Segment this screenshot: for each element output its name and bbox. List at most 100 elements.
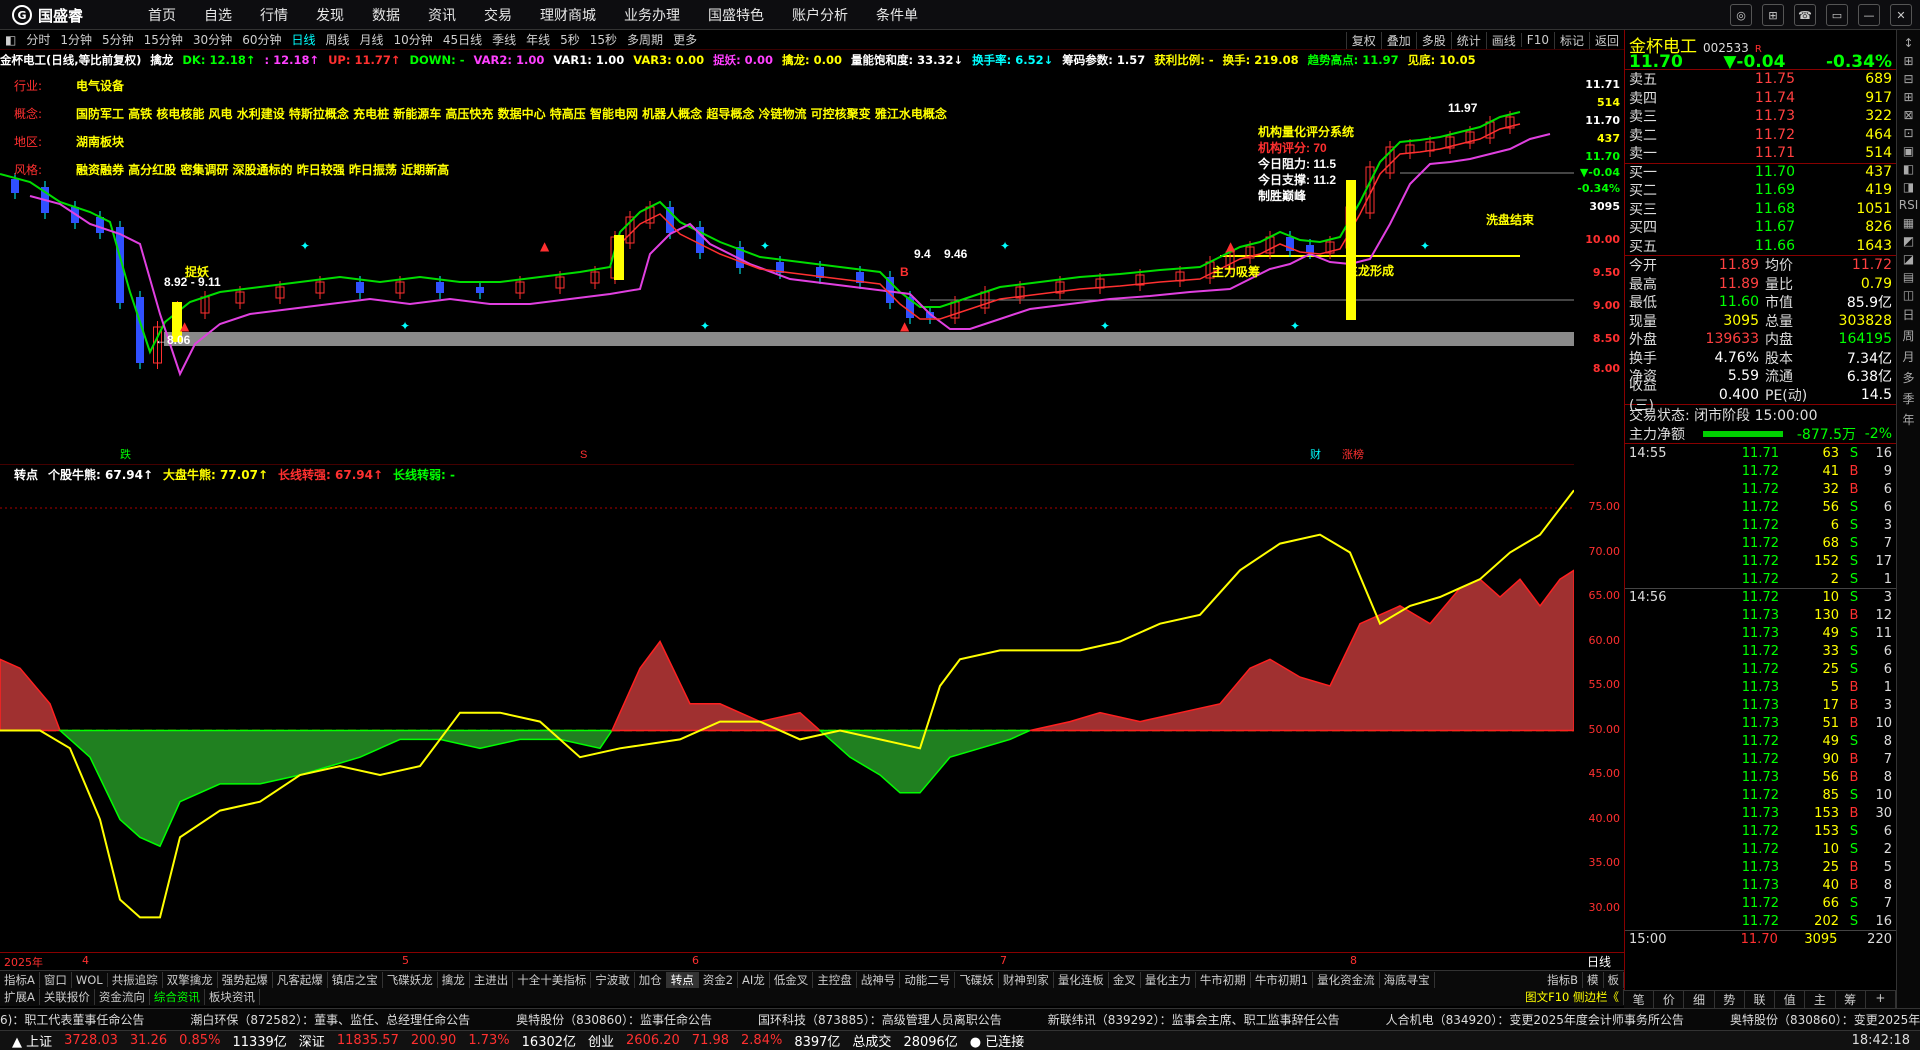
news-item[interactable]: 奥特股份（830860）：变更2025年年度会 [1730, 1011, 1920, 1028]
side-tool-icon-15[interactable]: 日 [1902, 306, 1914, 323]
indicator-tab-12[interactable]: 宁波敢 [591, 971, 635, 988]
period-8[interactable]: 月线 [355, 31, 389, 48]
order-row-7[interactable]: 买三 11.68 1051 [1625, 200, 1896, 219]
chart-tool-2[interactable]: 多股 [1415, 31, 1451, 49]
info-tab-1[interactable]: 关联报价 [40, 989, 95, 1005]
side-tool-icon-11[interactable]: ◩ [1903, 234, 1914, 248]
window-button-icon-5[interactable]: ✕ [1890, 4, 1912, 26]
order-row-8[interactable]: 买四 11.67 826 [1625, 218, 1896, 237]
quote-tab-6[interactable]: 主 [1805, 991, 1836, 1008]
menu-item-8[interactable]: 业务办理 [624, 5, 680, 25]
indicator-tab-right-2[interactable]: 板 [1604, 971, 1624, 988]
news-item[interactable]: 6)：职工代表董事任命公告 [0, 1011, 144, 1028]
quote-tab-2[interactable]: 细 [1684, 991, 1715, 1008]
news-item[interactable]: 新联纬讯（839292）：监事会主席、职工监事辞任公告 [1048, 1011, 1340, 1028]
indicator-tab-19[interactable]: 战神号 [857, 971, 901, 988]
zhuandian-indicator-chart[interactable] [0, 482, 1574, 952]
order-row-2[interactable]: 卖三 11.73 322 [1625, 107, 1896, 126]
chart-tool-0[interactable]: 复权 [1345, 31, 1381, 49]
chart-tool-4[interactable]: 画线 [1485, 31, 1521, 49]
indicator-tab-14[interactable]: 转点 [666, 971, 699, 988]
chart-tool-6[interactable]: 标记 [1553, 31, 1589, 49]
indicator-tab-0[interactable]: 指标A [0, 971, 40, 988]
tick-list[interactable]: 14:55 11.71 63 S 16 11.72 41 B 9 11.72 32 B 6 11.72 56… [1625, 444, 1896, 948]
news-item[interactable]: 国环科技（873885）：高级管理人员离职公告 [758, 1011, 1002, 1028]
period-11[interactable]: 季线 [487, 31, 521, 48]
indicator-tab-26[interactable]: 牛市初期 [1196, 971, 1251, 988]
menu-item-11[interactable]: 条件单 [876, 5, 918, 25]
indicator-tab-3[interactable]: 共振追踪 [108, 971, 163, 988]
indicator-tab-6[interactable]: 凡客起爆 [273, 971, 328, 988]
window-button-icon-0[interactable]: ◎ [1730, 4, 1752, 26]
period-label[interactable]: 日线 [1574, 952, 1624, 969]
chart-tool-5[interactable]: F10 [1520, 33, 1554, 47]
side-tool-icon-12[interactable]: ◪ [1903, 252, 1914, 266]
chart-tool-7[interactable]: 返回 [1588, 31, 1624, 49]
news-item[interactable]: 人合机电（834920）：变更2025年度会计师事务所公告 [1386, 1011, 1684, 1028]
indicator-tab-18[interactable]: 主控盘 [813, 971, 857, 988]
indicator-tab-25[interactable]: 量化主力 [1141, 971, 1196, 988]
indicator-tab-20[interactable]: 动能二号 [900, 971, 956, 988]
quote-tab-3[interactable]: 势 [1715, 991, 1745, 1008]
indicator-tab-28[interactable]: 量化资金流 [1313, 971, 1380, 988]
period-7[interactable]: 周线 [321, 31, 355, 48]
window-button-icon-2[interactable]: ☎ [1794, 4, 1816, 26]
indicator-tab-23[interactable]: 量化连板 [1054, 971, 1109, 988]
side-tool-icon-6[interactable]: ▣ [1903, 144, 1914, 158]
side-tool-icon-14[interactable]: ◫ [1903, 288, 1914, 302]
indicator-tab-4[interactable]: 双擎擒龙 [163, 971, 218, 988]
period-5[interactable]: 60分钟 [237, 31, 286, 48]
indicator-tab-17[interactable]: 低金叉 [770, 971, 814, 988]
menu-item-0[interactable]: 首页 [148, 5, 176, 25]
indicator-tab-15[interactable]: 资金2 [699, 971, 739, 988]
quote-tab-1[interactable]: 价 [1654, 991, 1685, 1008]
side-tool-icon-5[interactable]: ⊡ [1903, 126, 1913, 140]
side-tool-icon-7[interactable]: ◧ [1903, 162, 1914, 176]
quote-tab-7[interactable]: 筹 [1836, 991, 1866, 1008]
period-0[interactable]: 分时 [21, 31, 55, 48]
indicator-tab-1[interactable]: 窗口 [40, 971, 72, 988]
info-tab-2[interactable]: 资金流向 [95, 989, 150, 1005]
period-10[interactable]: 45日线 [438, 31, 487, 48]
side-tool-icon-0[interactable]: ↕ [1903, 36, 1913, 50]
quote-tab-0[interactable]: 笔 [1624, 991, 1655, 1008]
indicator-tab-29[interactable]: 海底寻宝 [1380, 971, 1435, 988]
menu-item-4[interactable]: 数据 [372, 5, 400, 25]
window-button-icon-4[interactable]: — [1858, 4, 1880, 26]
period-1[interactable]: 1分钟 [55, 31, 97, 48]
menu-item-7[interactable]: 理财商城 [540, 5, 596, 25]
indicator-tab-16[interactable]: AI龙 [738, 971, 770, 988]
app-logo[interactable]: G 国盛睿 [12, 4, 83, 26]
indicator-tab-13[interactable]: 加仓 [635, 971, 667, 988]
period-15[interactable]: 多周期 [622, 31, 668, 48]
side-tool-icon-13[interactable]: ▤ [1903, 270, 1914, 284]
quote-tab-4[interactable]: 联 [1745, 991, 1776, 1008]
indicator-tab-27[interactable]: 牛市初期1 [1251, 971, 1314, 988]
indicator-tab-8[interactable]: 飞碟妖龙 [383, 971, 438, 988]
indicator-tab-5[interactable]: 强势起爆 [218, 971, 273, 988]
side-tool-icon-19[interactable]: 季 [1902, 390, 1914, 407]
quote-tab-8[interactable]: + [1866, 991, 1896, 1008]
indicator-tab-right-0[interactable]: 指标B [1543, 971, 1583, 988]
f10-sidebar-toggle[interactable]: 图文F10 侧边栏《 [1521, 989, 1624, 1005]
indicator-tab-2[interactable]: WOL [72, 972, 108, 987]
menu-item-3[interactable]: 发现 [316, 5, 344, 25]
info-tab-4[interactable]: 板块资讯 [205, 989, 260, 1005]
indicator-tab-10[interactable]: 主进出 [470, 971, 514, 988]
side-tool-icon-17[interactable]: 月 [1902, 348, 1914, 365]
order-row-0[interactable]: 卖五 11.75 689 [1625, 70, 1896, 89]
side-tool-icon-4[interactable]: ⊠ [1903, 108, 1913, 122]
period-2[interactable]: 5分钟 [97, 31, 139, 48]
news-item[interactable]: 奥特股份（830860）：监事任命公告 [516, 1011, 712, 1028]
indicator-tab-right-1[interactable]: 模 [1583, 971, 1604, 988]
menu-item-9[interactable]: 国盛特色 [708, 5, 764, 25]
side-tool-icon-1[interactable]: ⊞ [1903, 54, 1913, 68]
side-tool-icon-8[interactable]: ◨ [1903, 180, 1914, 194]
indicator-tab-22[interactable]: 财神到家 [999, 971, 1054, 988]
order-row-4[interactable]: 卖一 11.71 514 [1625, 144, 1896, 163]
side-tool-icon-2[interactable]: ⊟ [1903, 72, 1913, 86]
menu-item-1[interactable]: 自选 [204, 5, 232, 25]
side-tool-icon-9[interactable]: RSI [1899, 198, 1919, 212]
period-13[interactable]: 5秒 [555, 31, 585, 48]
side-tool-icon-20[interactable]: 年 [1902, 411, 1914, 428]
